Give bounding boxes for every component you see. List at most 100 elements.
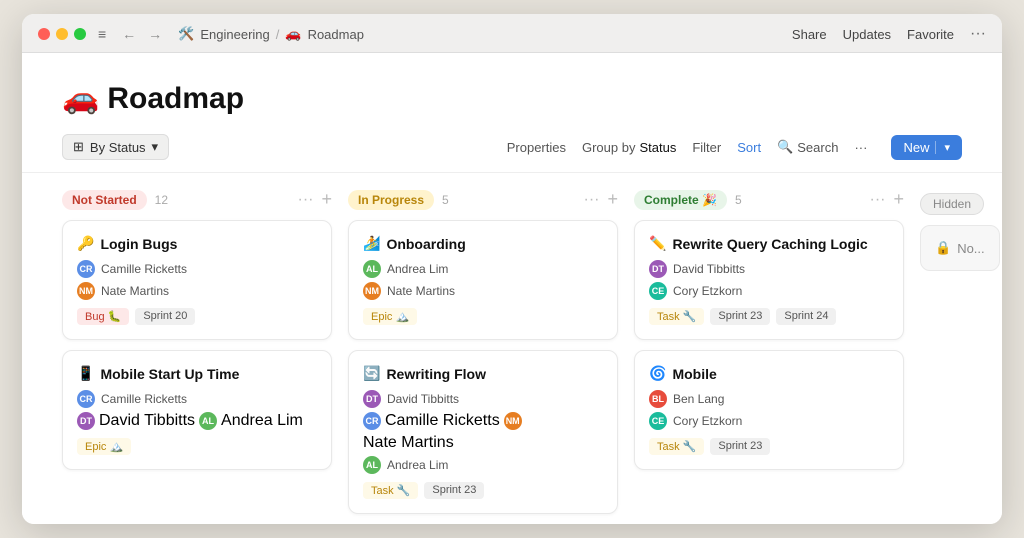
col-actions-complete: ··· + (870, 189, 905, 210)
col-more-complete[interactable]: ··· (870, 191, 886, 209)
person-nate2: Nate Martins (387, 284, 455, 298)
minimize-button[interactable] (56, 28, 68, 40)
card-tags-rewriting-flow: Task 🔧 Sprint 23 (363, 482, 603, 499)
card-person-cory: CE Cory Etzkorn (649, 282, 889, 300)
view-chevron-icon: ▾ (152, 139, 159, 155)
tag-epic-mobile[interactable]: Epic 🏔️ (77, 438, 131, 455)
col-more-not-started[interactable]: ··· (298, 191, 314, 209)
header-actions: Share Updates Favorite ··· (792, 25, 986, 43)
share-button[interactable]: Share (792, 27, 827, 42)
avatar-andrea3: AL (363, 456, 381, 474)
page-title: 🚗 Roadmap (62, 81, 962, 116)
card-mobile-startup[interactable]: 📱 Mobile Start Up Time CR Camille Ricket… (62, 350, 332, 470)
card-title-login-bugs: 🔑 Login Bugs (77, 235, 317, 252)
card-person-camille2: CR Camille Ricketts (77, 390, 317, 408)
avatar-camille3: CR (363, 412, 381, 430)
toolbar: ⊞ By Status ▾ Properties Group by Status… (22, 126, 1002, 173)
tag-task-rewriting[interactable]: Task 🔧 (363, 482, 418, 499)
avatar-nate: NM (77, 282, 95, 300)
status-badge-in-progress: In Progress (348, 190, 434, 210)
tag-sprint-23-rewriting[interactable]: Sprint 23 (424, 482, 484, 499)
card-rewrite-query[interactable]: ✏️ Rewrite Query Caching Logic DT David … (634, 220, 904, 340)
status-badge-complete: Complete 🎉 (634, 190, 727, 210)
col-add-not-started[interactable]: + (321, 189, 332, 210)
card-person-andrea2: AL Andrea Lim (363, 260, 603, 278)
hamburger-icon[interactable]: ≡ (98, 26, 106, 42)
view-label: By Status (90, 140, 146, 155)
nav-buttons: ← → (118, 24, 166, 44)
new-button[interactable]: New ▾ (891, 135, 962, 160)
forward-button[interactable]: → (144, 24, 166, 44)
close-button[interactable] (38, 28, 50, 40)
column-header-complete: Complete 🎉 5 ··· + (634, 189, 904, 210)
avatar-cory: CE (649, 282, 667, 300)
card-onboarding[interactable]: 🏄 Onboarding AL Andrea Lim NM Nate Marti… (348, 220, 618, 340)
search-area[interactable]: 🔍 Search (777, 139, 838, 155)
titlebar: ≡ ← → 🛠️ Engineering / 🚗 Roadmap Share U… (22, 14, 1002, 53)
person-david2: David Tibbitts (387, 392, 459, 406)
avatar-david3: DT (649, 260, 667, 278)
breadcrumb: 🛠️ Engineering / 🚗 Roadmap (178, 26, 780, 42)
card-tags-rewrite-query: Task 🔧 Sprint 23 Sprint 24 (649, 308, 889, 325)
tag-sprint-23-mobile[interactable]: Sprint 23 (710, 438, 770, 455)
col-add-complete[interactable]: + (893, 189, 904, 210)
col-add-in-progress[interactable]: + (607, 189, 618, 210)
view-selector[interactable]: ⊞ By Status ▾ (62, 134, 169, 160)
tag-sprint-23-rewrite[interactable]: Sprint 23 (710, 308, 770, 325)
tag-task-mobile[interactable]: Task 🔧 (649, 438, 704, 455)
group-by-button[interactable]: Group by Status (582, 140, 676, 155)
avatar-camille2: CR (77, 390, 95, 408)
card-title-mobile-startup: 📱 Mobile Start Up Time (77, 365, 317, 382)
tag-task-rewrite[interactable]: Task 🔧 (649, 308, 704, 325)
card-icon-login-bugs: 🔑 (77, 235, 94, 252)
card-title-text: Login Bugs (100, 236, 177, 252)
workspace-label[interactable]: Engineering (200, 27, 269, 42)
tag-sprint-20[interactable]: Sprint 20 (135, 308, 195, 325)
filter-button[interactable]: Filter (692, 140, 721, 155)
page-label[interactable]: Roadmap (308, 27, 364, 42)
card-tags-mobile-startup: Epic 🏔️ (77, 438, 317, 455)
card-login-bugs[interactable]: 🔑 Login Bugs CR Camille Ricketts NM Nate… (62, 220, 332, 340)
board: Not Started 12 ··· + 🔑 Login Bugs CR (22, 173, 1002, 524)
toolbar-more-button[interactable]: ··· (854, 140, 867, 155)
new-label: New (903, 140, 929, 155)
tag-bug[interactable]: Bug 🐛 (77, 308, 129, 325)
tag-sprint-24-rewrite[interactable]: Sprint 24 (776, 308, 836, 325)
card-mobile-complete[interactable]: 🌀 Mobile BL Ben Lang CE Cory Etzkorn Tas… (634, 350, 904, 470)
person-andrea2: Andrea Lim (387, 262, 448, 276)
card-title-text-rewrite: Rewrite Query Caching Logic (672, 236, 867, 252)
card-persons-row-mobile: DT David Tibbitts AL Andrea Lim (77, 412, 317, 430)
card-person-david2: DT David Tibbitts (363, 390, 603, 408)
card-tags-login-bugs: Bug 🐛 Sprint 20 (77, 308, 317, 325)
card-title-rewriting-flow: 🔄 Rewriting Flow (363, 365, 603, 382)
card-person-cory2: CE Cory Etzkorn (649, 412, 889, 430)
card-rewriting-flow[interactable]: 🔄 Rewriting Flow DT David Tibbitts CR Ca… (348, 350, 618, 514)
card-title-text-onboarding: Onboarding (386, 236, 465, 252)
column-header-in-progress: In Progress 5 ··· + (348, 189, 618, 210)
back-button[interactable]: ← (118, 24, 140, 44)
col-more-in-progress[interactable]: ··· (584, 191, 600, 209)
breadcrumb-separator: / (276, 27, 280, 42)
avatar-nate3: NM (504, 412, 522, 430)
card-persons-row-rewriting: CR Camille Ricketts NM Nate Martins (363, 412, 603, 452)
avatar-ben: BL (649, 390, 667, 408)
col-count-not-started: 12 (155, 193, 168, 207)
page-header: 🚗 Roadmap (22, 53, 1002, 126)
hidden-card: 🔒 No... (920, 225, 1000, 271)
more-button[interactable]: ··· (970, 25, 986, 43)
favorite-button[interactable]: Favorite (907, 27, 954, 42)
hidden-badge[interactable]: Hidden (920, 193, 984, 215)
column-complete: Complete 🎉 5 ··· + ✏️ Rewrite Query Cach… (634, 189, 904, 480)
hidden-column: Hidden 🔒 No... (920, 189, 1000, 271)
card-icon-rewrite-query: ✏️ (649, 235, 666, 252)
updates-button[interactable]: Updates (843, 27, 891, 42)
sort-button[interactable]: Sort (737, 140, 761, 155)
maximize-button[interactable] (74, 28, 86, 40)
workspace-icon: 🛠️ (178, 26, 194, 42)
card-tags-onboarding: Epic 🏔️ (363, 308, 603, 325)
person-camille3: Camille Ricketts (385, 412, 500, 430)
card-person-nate2: NM Nate Martins (363, 282, 603, 300)
tag-epic-onboarding[interactable]: Epic 🏔️ (363, 308, 417, 325)
card-title-text-mobile-complete: Mobile (672, 366, 716, 382)
properties-button[interactable]: Properties (507, 140, 566, 155)
